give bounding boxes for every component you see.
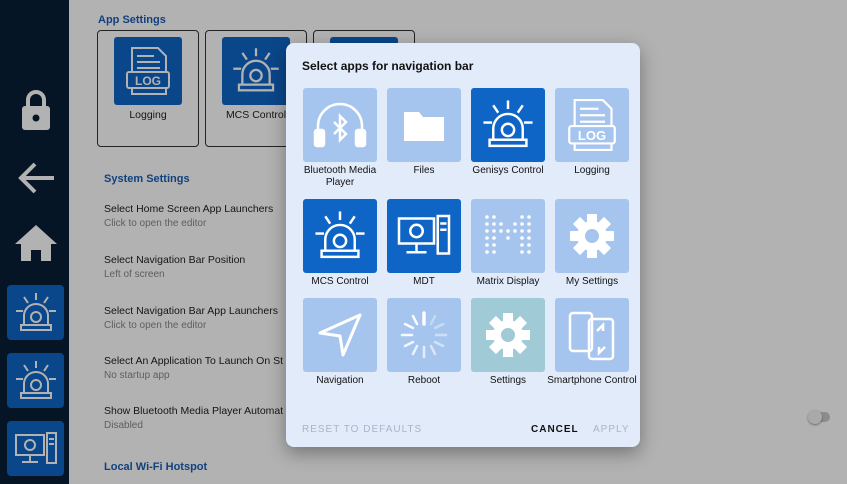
app-option-matrix-display[interactable]: Matrix Display [466, 199, 550, 299]
reset-to-defaults-button[interactable]: RESET TO DEFAULTS [302, 424, 422, 435]
svg-text:LOG: LOG [578, 128, 606, 143]
computer-icon [397, 214, 451, 255]
app-option-label: Bluetooth Media Player [303, 165, 377, 188]
app-option-my-settings[interactable]: My Settings [550, 199, 634, 299]
gear-icon [570, 214, 614, 258]
app-option-reboot[interactable]: Reboot [382, 298, 466, 398]
app-option-label: MDT [413, 276, 435, 287]
app-option-label: Navigation [316, 375, 364, 386]
gear-icon [486, 313, 530, 357]
beacon-icon [315, 211, 365, 259]
app-option-label: Files [413, 165, 435, 176]
matrix-dots-icon [485, 215, 531, 254]
folder-icon [404, 112, 444, 141]
app-option-label: My Settings [565, 276, 619, 287]
cancel-button[interactable]: CANCEL [531, 424, 579, 435]
dialog-title: Select apps for navigation bar [302, 59, 474, 73]
app-option-logging[interactable]: LOG Logging [550, 88, 634, 188]
beacon-icon [483, 100, 533, 148]
navigation-arrow-icon [318, 313, 362, 357]
app-option-genisys-control[interactable]: Genisys Control [466, 88, 550, 188]
app-option-settings[interactable]: Settings [466, 298, 550, 398]
apply-button[interactable]: APPLY [593, 424, 630, 435]
app-option-mdt[interactable]: MDT [382, 199, 466, 299]
app-option-label: Smartphone Control [547, 375, 637, 386]
app-option-bluetooth-media-player[interactable]: Bluetooth Media Player [298, 88, 382, 188]
smartphone-icon [568, 311, 615, 361]
app-option-label: Settings [489, 375, 527, 386]
app-option-label: Logging [574, 165, 610, 176]
app-option-navigation[interactable]: Navigation [298, 298, 382, 398]
reboot-spinner-icon [400, 311, 448, 359]
app-option-label: MCS Control [311, 276, 369, 287]
bluetooth-headphones-icon [313, 102, 367, 148]
app-option-label: Reboot [407, 375, 441, 386]
app-option-label: Matrix Display [476, 276, 540, 287]
log-icon: LOG [568, 99, 616, 151]
app-option-smartphone-control[interactable]: Smartphone Control [547, 298, 637, 398]
select-apps-dialog: Select apps for navigation bar Bluetooth… [286, 43, 640, 447]
app-option-mcs-control[interactable]: MCS Control [298, 199, 382, 299]
app-option-label: Genisys Control [472, 165, 544, 176]
app-option-files[interactable]: Files [382, 88, 466, 188]
